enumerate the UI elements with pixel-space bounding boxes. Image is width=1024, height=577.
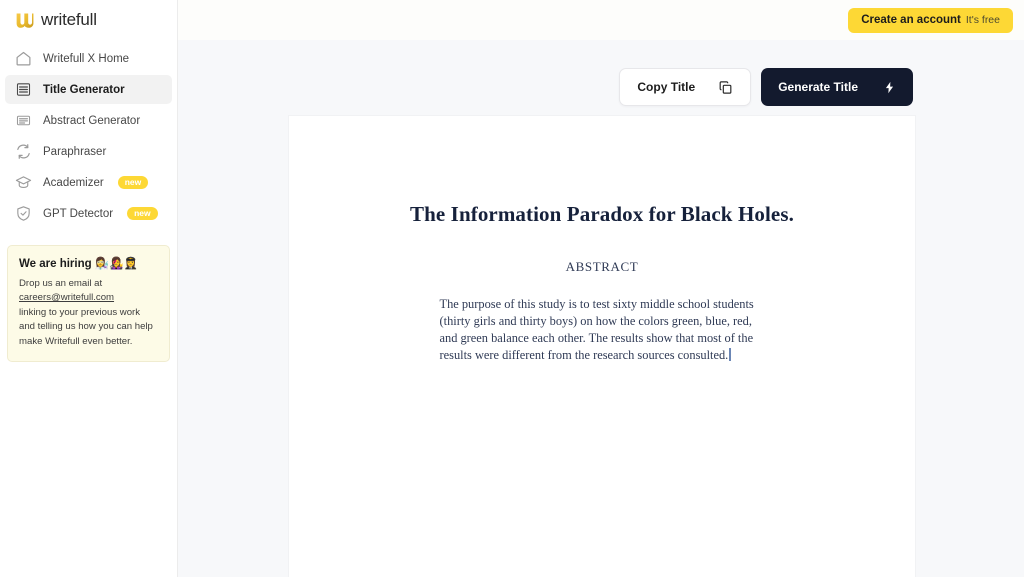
sidebar-item-badge: new (127, 206, 158, 221)
sidebar-item-label: Academizer (43, 176, 104, 189)
sidebar-item-academizer[interactable]: Academizer new (5, 168, 172, 197)
copy-icon (719, 80, 732, 94)
sidebar-item-label: GPT Detector (43, 207, 114, 220)
home-icon (16, 51, 31, 66)
sidebar-item-label: Paraphraser (43, 145, 107, 158)
main-content: Create an account It's free Copy Title G… (178, 0, 1024, 577)
hiring-title: We are hiring 👩‍🔬👩‍🎤👩‍✈️ (19, 258, 138, 270)
sidebar-item-badge: new (117, 175, 149, 190)
abstract-heading: ABSTRACT (565, 259, 639, 274)
document-action-bar: Copy Title Generate Title (619, 68, 913, 106)
sidebar-item-label: Abstract Generator (43, 114, 141, 127)
careers-email-link[interactable]: careers@writefull.com (19, 292, 114, 303)
abstract-text[interactable]: The purpose of this study is to test six… (440, 296, 765, 364)
create-account-button[interactable]: Create an account It's free (848, 7, 1013, 33)
sidebar-item-label: Title Generator (43, 83, 125, 96)
app-root: writefull Writefull X Home Title Generat… (0, 0, 1024, 577)
hiring-line-2: linking to your previous work and tellin… (19, 306, 153, 347)
document-page[interactable]: The Information Paradox for Black Holes.… (289, 116, 915, 577)
generate-title-label: Generate Title (778, 80, 858, 94)
sidebar-item-title-generator[interactable]: Title Generator (5, 75, 172, 104)
brand-name: writefull (41, 10, 97, 29)
sidebar-item-writefull-x-home[interactable]: Writefull X Home (5, 44, 172, 73)
copy-title-button[interactable]: Copy Title (619, 68, 752, 106)
brand-logo[interactable]: writefull (0, 0, 177, 40)
page-gutter (178, 40, 289, 577)
sidebar-item-paraphraser[interactable]: Paraphraser (5, 137, 172, 166)
sidebar-nav: Writefull X Home Title Generator Abstrac… (0, 44, 177, 228)
create-account-subtitle: It's free (965, 14, 1000, 26)
create-account-label: Create an account (861, 14, 961, 26)
lines-icon (16, 83, 31, 96)
document-title[interactable]: The Information Paradox for Black Holes. (289, 202, 915, 227)
copy-title-label: Copy Title (637, 80, 696, 94)
hiring-body: Drop us an email at careers@writefull.co… (19, 277, 158, 349)
sidebar-item-abstract-generator[interactable]: Abstract Generator (5, 106, 172, 135)
sidebar-item-gpt-detector[interactable]: GPT Detector new (5, 199, 172, 228)
abstract-text-content: The purpose of this study is to test six… (439, 297, 754, 362)
lines-icon (16, 115, 31, 126)
graduation-cap-icon (15, 176, 32, 189)
writefull-w-logo-icon (16, 13, 34, 28)
sidebar: writefull Writefull X Home Title Generat… (0, 0, 178, 577)
top-bar: Create an account It's free (178, 0, 1024, 40)
text-caret (729, 347, 731, 361)
refresh-cycle-icon (17, 144, 30, 159)
hiring-card: We are hiring 👩‍🔬👩‍🎤👩‍✈️ Drop us an emai… (7, 245, 170, 362)
generate-title-button[interactable]: Generate Title (761, 68, 913, 106)
hiring-line-1: Drop us an email at (19, 278, 103, 289)
lightning-bolt-icon (885, 81, 894, 93)
sidebar-item-label: Writefull X Home (43, 52, 130, 65)
shield-check-icon (17, 206, 30, 221)
